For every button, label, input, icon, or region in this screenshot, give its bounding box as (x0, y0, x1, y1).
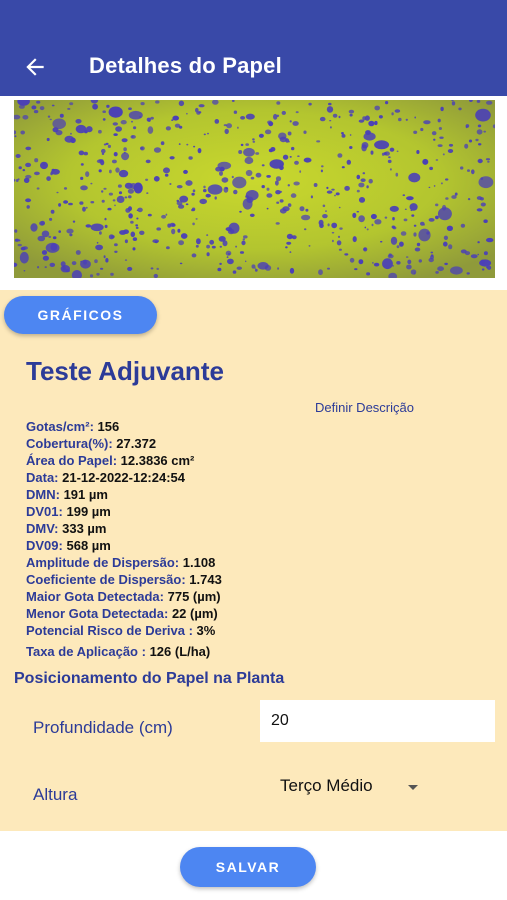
stat-application-rate: Taxa de Aplicação : 126 (L/ha) (26, 644, 211, 659)
stat-coverage: Cobertura(%): 27.372 (26, 436, 157, 451)
positioning-section-title: Posicionamento do Papel na Planta (14, 670, 285, 687)
stat-smallest-drop: Menor Gota Detectada: 22 (µm) (26, 606, 218, 621)
test-name: Teste Adjuvante (26, 356, 224, 386)
stats-list: Gotas/cm²: 156 Cobertura(%): 27.372 Área… (26, 418, 222, 660)
stat-largest-drop: Maior Gota Detectada: 775 (µm) (26, 589, 221, 604)
stat-date: Data: 21-12-2022-12:24:54 (26, 470, 186, 485)
height-selected-value: Terço Médio (280, 776, 373, 795)
dropdown-caret-icon[interactable] (408, 785, 418, 790)
stat-dispersion-coefficient: Coeficiente de Dispersão: 1.743 (26, 572, 222, 587)
water-sensitive-paper-image (14, 100, 495, 278)
height-dropdown[interactable]: Terço Médio (280, 776, 373, 800)
stat-dmn: DMN: 191 µm (26, 487, 108, 502)
stat-paper-area: Área do Papel: 12.3836 cm² (26, 453, 195, 468)
stat-dv09: DV09: 568 µm (26, 538, 111, 553)
depth-label: Profundidade (cm) (33, 718, 173, 737)
stat-dispersion-amplitude: Amplitude de Dispersão: 1.108 (26, 555, 216, 570)
arrow-left-icon[interactable] (22, 54, 48, 80)
charts-button[interactable]: GRÁFICOS (4, 296, 157, 334)
stat-dv01: DV01: 199 µm (26, 504, 111, 519)
define-description-link[interactable]: Definir Descrição (315, 400, 414, 415)
stat-dmv: DMV: 333 µm (26, 521, 107, 536)
page-title: Detalhes do Papel (89, 53, 282, 78)
depth-input[interactable] (260, 700, 495, 742)
save-button[interactable]: SALVAR (180, 847, 316, 887)
stat-drift-risk: Potencial Risco de Deriva : 3% (26, 623, 216, 638)
height-label: Altura (33, 785, 78, 804)
stat-drops-per-cm2: Gotas/cm²: 156 (26, 419, 120, 434)
app-bar: Detalhes do Papel (0, 0, 507, 96)
